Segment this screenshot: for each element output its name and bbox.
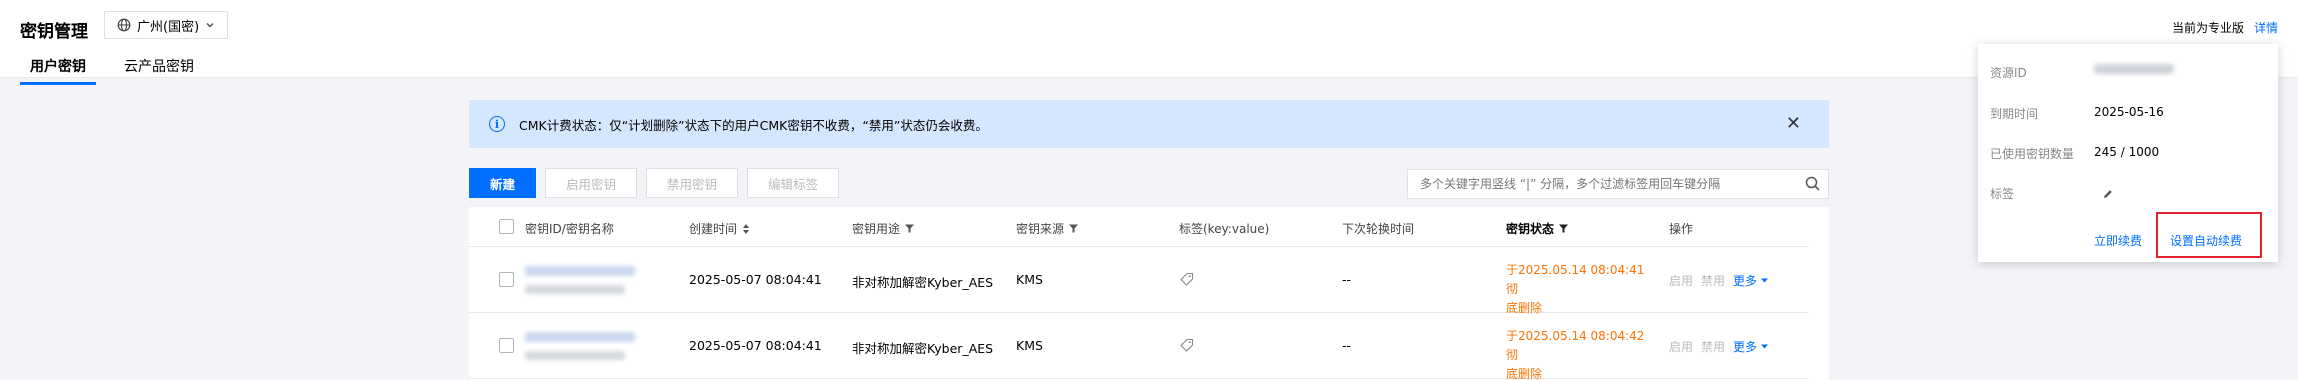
- sort-icon[interactable]: [741, 223, 751, 235]
- column-source[interactable]: 密钥来源: [1016, 220, 1079, 237]
- caret-down-icon: [1761, 344, 1769, 349]
- tab-user-keys[interactable]: 用户密钥: [20, 52, 96, 85]
- close-icon[interactable]: ✕: [1786, 114, 1801, 134]
- column-usage-label: 密钥用途: [852, 222, 901, 236]
- status-line-1: 于2025.05.14 08:04:41彻: [1506, 263, 1645, 296]
- created-time: 2025-05-07 08:04:41: [689, 338, 822, 353]
- select-all-checkbox[interactable]: [499, 219, 514, 234]
- tag-icon[interactable]: [1179, 337, 1195, 353]
- details-link[interactable]: 详情: [2254, 19, 2278, 36]
- used-keys-label: 已使用密钥数量: [1990, 147, 2075, 161]
- resource-id-label: 资源ID: [1990, 66, 2027, 80]
- tab-bar: 用户密钥 云产品密钥: [20, 52, 222, 85]
- key-status: 于2025.05.14 08:04:41彻 底删除: [1506, 261, 1656, 318]
- page-header: 密钥管理 广州(国密) 用户密钥 云产品密钥 当前为专业版 详情: [0, 0, 2298, 85]
- key-id-link[interactable]: [525, 332, 635, 342]
- alert-text: CMK计费状态：仅“计划删除”状态下的用户CMK密钥不收费，“禁用”状态仍会收费…: [519, 117, 988, 133]
- column-status[interactable]: 密钥状态: [1506, 220, 1569, 237]
- used-keys-value: 245 / 1000: [2094, 145, 2160, 159]
- disable-key-button[interactable]: 禁用密钥: [646, 168, 739, 198]
- pencil-icon[interactable]: [2102, 188, 2114, 200]
- column-usage[interactable]: 密钥用途: [852, 220, 915, 237]
- search-box: [1407, 169, 1829, 199]
- renew-now-link[interactable]: 立即续费: [2094, 232, 2142, 249]
- key-table: 密钥ID/密钥名称 创建时间 密钥用途 密钥来源 标签(key:value) 下…: [469, 207, 1829, 380]
- expire-label: 到期时间: [1990, 107, 2039, 121]
- tab-cloud-product-keys[interactable]: 云产品密钥: [114, 52, 204, 85]
- toolbar: 新建 启用密钥 禁用密钥 编辑标签: [469, 168, 840, 198]
- region-label: 广州(国密): [137, 19, 200, 35]
- search-icon[interactable]: [1804, 175, 1822, 193]
- row-actions: 启用 禁用 更多: [1669, 338, 1769, 355]
- next-rotation: --: [1342, 338, 1352, 353]
- row-checkbox[interactable]: [499, 338, 514, 353]
- tag-label: 标签: [1990, 187, 2015, 201]
- filter-icon[interactable]: [1068, 223, 1079, 234]
- next-rotation: --: [1342, 272, 1352, 287]
- column-key-id: 密钥ID/密钥名称: [525, 222, 614, 236]
- filter-icon[interactable]: [904, 223, 915, 234]
- column-created[interactable]: 创建时间: [689, 220, 751, 237]
- auto-renew-link[interactable]: 设置自动续费: [2170, 232, 2242, 249]
- tag-icon[interactable]: [1179, 271, 1195, 287]
- more-actions-dropdown[interactable]: 更多: [1733, 272, 1769, 289]
- table-header: 密钥ID/密钥名称 创建时间 密钥用途 密钥来源 标签(key:value) 下…: [469, 207, 1809, 247]
- region-selector[interactable]: 广州(国密): [104, 11, 229, 39]
- key-status: 于2025.05.14 08:04:42彻 底删除: [1506, 327, 1656, 380]
- key-source: KMS: [1016, 272, 1043, 287]
- table-row: 2025-05-07 08:04:41 非对称加解密Kyber_AES KMS …: [469, 247, 1809, 315]
- enable-key-button[interactable]: 启用密钥: [545, 168, 638, 198]
- column-actions: 操作: [1669, 222, 1694, 236]
- column-status-label: 密钥状态: [1506, 222, 1555, 236]
- enable-action[interactable]: 启用: [1669, 338, 1693, 355]
- key-usage: 非对称加解密Kyber_AES: [852, 275, 994, 290]
- disable-action[interactable]: 禁用: [1701, 338, 1725, 355]
- expire-value: 2025-05-16: [2094, 105, 2164, 119]
- created-time: 2025-05-07 08:04:41: [689, 272, 822, 287]
- filter-icon[interactable]: [1558, 223, 1569, 234]
- column-source-label: 密钥来源: [1016, 222, 1065, 236]
- table-row: 2025-05-07 08:04:41 非对称加解密Kyber_AES KMS …: [469, 313, 1809, 380]
- key-name: [525, 351, 625, 360]
- billing-alert: i CMK计费状态：仅“计划删除”状态下的用户CMK密钥不收费，“禁用”状态仍会…: [469, 100, 1829, 148]
- status-line-1: 于2025.05.14 08:04:42彻: [1506, 329, 1645, 362]
- key-id-link[interactable]: [525, 266, 635, 276]
- column-next-rotation: 下次轮换时间: [1342, 222, 1415, 236]
- key-usage: 非对称加解密Kyber_AES: [852, 341, 994, 356]
- disable-action[interactable]: 禁用: [1701, 272, 1725, 289]
- globe-icon: [117, 18, 131, 32]
- row-actions: 启用 禁用 更多: [1669, 272, 1769, 289]
- more-label: 更多: [1733, 274, 1758, 288]
- page-title: 密钥管理: [20, 22, 88, 42]
- row-checkbox[interactable]: [499, 272, 514, 287]
- chevron-down-icon: [206, 23, 214, 28]
- resource-id-value: [2094, 64, 2174, 74]
- status-line-2: 底删除: [1506, 367, 1543, 380]
- enable-action[interactable]: 启用: [1669, 272, 1693, 289]
- column-created-label: 创建时间: [689, 222, 738, 236]
- info-icon: i: [489, 116, 505, 132]
- edit-tags-button[interactable]: 编辑标签: [747, 168, 840, 198]
- key-name: [525, 285, 625, 294]
- search-input[interactable]: [1420, 177, 1800, 191]
- column-tags: 标签(key:value): [1179, 222, 1270, 236]
- new-key-button[interactable]: 新建: [469, 168, 537, 198]
- more-actions-dropdown[interactable]: 更多: [1733, 338, 1769, 355]
- edition-label: 当前为专业版: [2172, 21, 2245, 35]
- edition-details-popover: 资源ID 到期时间 2025-05-16 已使用密钥数量 245 / 1000 …: [1978, 44, 2278, 262]
- caret-down-icon: [1761, 278, 1769, 283]
- more-label: 更多: [1733, 340, 1758, 354]
- key-source: KMS: [1016, 338, 1043, 353]
